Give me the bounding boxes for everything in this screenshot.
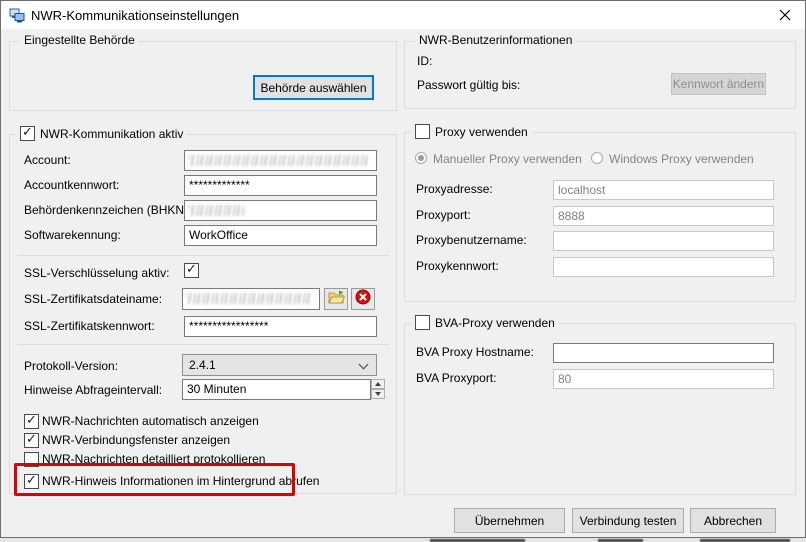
group-eingestellte-behoerde-title: Eingestellte Behörde [20, 33, 139, 47]
redacted-account-value [189, 155, 367, 166]
intervall-spinner [371, 379, 385, 400]
bva-hostname-field[interactable] [553, 343, 774, 363]
browse-certificate-button[interactable] [324, 288, 348, 310]
uebernehmen-button[interactable]: Übernehmen [454, 508, 565, 533]
redacted-bhknz-value [189, 205, 244, 216]
separator [17, 255, 389, 256]
bva-proxyport-label: BVA Proxyport: [416, 371, 496, 385]
proxykennwort-label: Proxykennwort: [416, 259, 499, 273]
ssl-datei-label: SSL-Zertifikatsdateiname: [24, 292, 162, 306]
bva-proxy-verwenden-checkbox[interactable] [415, 315, 430, 330]
proxyport-field[interactable]: 8888 [553, 206, 774, 226]
checkbox-label: NWR-Verbindungsfenster anzeigen [42, 433, 230, 447]
account-field[interactable] [184, 150, 377, 171]
network-computers-icon [9, 7, 25, 23]
ssl-kennwort-label: SSL-Zertifikatskennwort: [24, 319, 155, 333]
proxyadresse-field[interactable]: localhost [553, 180, 774, 200]
background-window-sliver [0, 538, 806, 542]
redacted-ssl-datei-value [186, 293, 312, 304]
checkbox-nachrichten-automatisch[interactable] [24, 414, 39, 429]
screen: NWR-Kommunikationseinstellungen Eingeste… [0, 0, 806, 542]
abbrechen-button[interactable]: Abbrechen [690, 508, 776, 533]
arrow-up-icon [375, 382, 381, 386]
radio-windows-proxy[interactable] [591, 152, 603, 164]
bhknz-label: Behördenkennzeichen (BHKNZ): [24, 203, 199, 217]
spinner-down-button[interactable] [371, 389, 385, 399]
title-bar: NWR-Kommunikationseinstellungen [1, 1, 805, 29]
proxykennwort-field[interactable] [553, 257, 774, 277]
arrow-down-icon [375, 392, 381, 396]
ssl-datei-field[interactable] [182, 288, 320, 310]
verbindung-testen-button[interactable]: Verbindung testen [572, 508, 684, 533]
bva-hostname-label: BVA Proxy Hostname: [416, 345, 534, 359]
accountkennwort-field[interactable]: ************* [184, 175, 377, 196]
proxyadresse-label: Proxyadresse: [416, 182, 493, 196]
proxyport-label: Proxyport: [416, 208, 471, 222]
kennwort-aendern-button[interactable]: Kennwort ändern [671, 73, 766, 95]
ssl-aktiv-checkbox[interactable] [184, 263, 199, 278]
proxybenutzername-field[interactable] [553, 231, 774, 251]
radio-manueller-proxy-label: Manueller Proxy verwenden [433, 152, 582, 166]
softwarekennung-label: Softwarekennung: [24, 228, 121, 242]
red-highlight-annotation [14, 463, 295, 496]
dialog-window: NWR-Kommunikationseinstellungen Eingeste… [0, 0, 806, 538]
folder-open-icon [328, 290, 345, 309]
intervall-label: Hinweise Abfrageintervall: [24, 383, 162, 397]
window-title: NWR-Kommunikationseinstellungen [31, 8, 239, 23]
passwort-gueltig-label: Passwort gültig bis: [417, 78, 520, 92]
id-label: ID: [417, 54, 432, 68]
group-proxy-title: Proxy verwenden [435, 125, 528, 139]
radio-manueller-proxy[interactable] [415, 152, 427, 164]
checkbox-label: NWR-Nachrichten automatisch anzeigen [42, 414, 259, 428]
protokoll-version-value: 2.4.1 [189, 358, 216, 372]
close-icon [779, 8, 791, 25]
behoerde-auswaehlen-button[interactable]: Behörde auswählen [253, 75, 374, 100]
clear-certificate-button[interactable] [351, 288, 375, 310]
chevron-down-icon [359, 360, 369, 370]
intervall-field[interactable]: 30 Minuten [182, 379, 371, 400]
close-button[interactable] [765, 1, 805, 29]
group-bva-proxy-title: BVA-Proxy verwenden [435, 316, 555, 330]
softwarekennung-field[interactable]: WorkOffice [184, 225, 377, 246]
bhknz-field[interactable] [184, 200, 377, 221]
proxybenutzername-label: Proxybenutzername: [416, 233, 527, 247]
account-label: Account: [24, 153, 71, 167]
checkbox-verbindungsfenster[interactable] [24, 433, 39, 448]
protokoll-version-dropdown[interactable]: 2.4.1 [182, 354, 377, 376]
nwr-kommunikation-aktiv-checkbox[interactable] [20, 126, 35, 141]
separator [17, 344, 389, 345]
radio-windows-proxy-label: Windows Proxy verwenden [609, 152, 754, 166]
protokoll-version-label: Protokoll-Version: [24, 359, 118, 373]
group-benutzerinformationen-title: NWR-Benutzerinformationen [415, 33, 576, 47]
ssl-aktiv-label: SSL-Verschlüsselung aktiv: [24, 266, 169, 280]
bva-proxyport-field[interactable]: 80 [553, 369, 774, 389]
accountkennwort-label: Accountkennwort: [24, 178, 119, 192]
group-nwr-kommunikation-title: NWR-Kommunikation aktiv [40, 127, 183, 141]
proxy-verwenden-checkbox[interactable] [415, 124, 430, 139]
ssl-kennwort-field[interactable]: ***************** [184, 316, 377, 337]
delete-red-circle-icon [355, 289, 371, 310]
spinner-up-button[interactable] [371, 379, 385, 389]
